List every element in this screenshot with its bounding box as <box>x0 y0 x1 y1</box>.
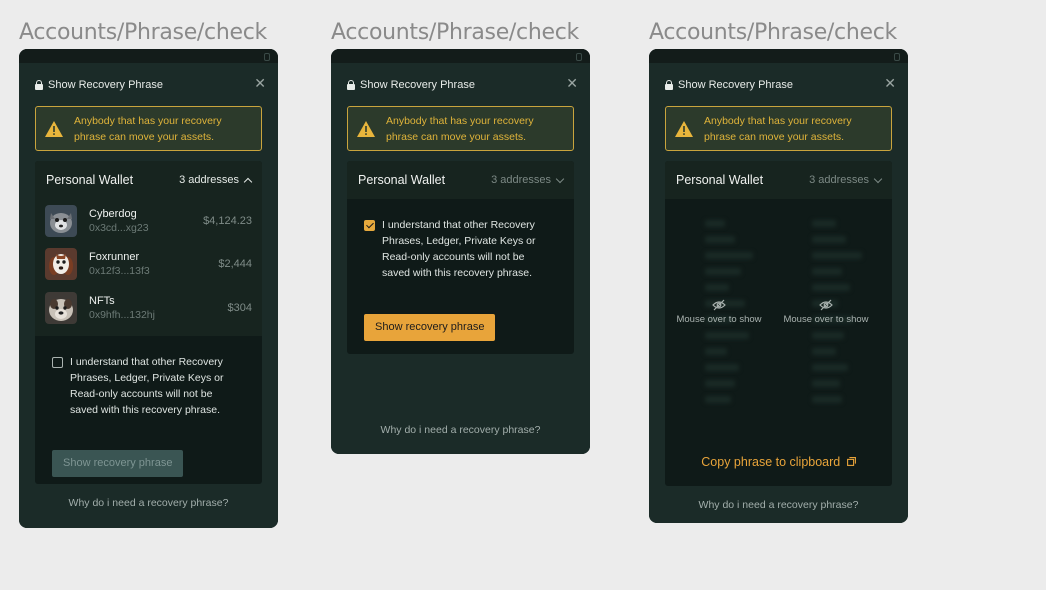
chevron-down-icon <box>873 174 883 183</box>
warning-icon <box>356 120 376 138</box>
account-row[interactable]: NFTs 0x9hfh...132hj $304 <box>45 286 252 330</box>
mouse-over-hint[interactable]: Mouse over to show <box>781 299 871 325</box>
wallet-header[interactable]: Personal Wallet 3 addresses <box>665 161 892 199</box>
mouse-over-hint[interactable]: Mouse over to show <box>674 299 764 325</box>
warning-banner: Anybody that has your recovery phrase ca… <box>35 106 262 151</box>
chevron-down-icon <box>555 174 565 183</box>
address-count: 3 addresses <box>491 174 565 186</box>
account-row[interactable]: Cyberdog 0x3cd...xg23 $4,124.23 <box>45 199 252 243</box>
mouse-over-label: Mouse over to show <box>676 314 762 325</box>
address-count: 3 addresses <box>179 174 253 186</box>
mouse-over-label: Mouse over to show <box>783 314 869 325</box>
account-name: NFTs <box>89 294 115 307</box>
account-value: $4,124.23 <box>203 214 252 227</box>
warning-banner: Anybody that has your recovery phrase ca… <box>665 106 892 151</box>
modal-title: Show Recovery Phrase <box>48 79 163 91</box>
avatar <box>45 204 77 237</box>
consent-row[interactable]: I understand that other Recovery Phrases… <box>35 354 262 418</box>
show-phrase-button[interactable]: Show recovery phrase <box>52 449 184 477</box>
consent-text: I understand that other Recovery Phrases… <box>382 219 536 279</box>
why-recovery-link[interactable]: Why do i need a recovery phrase? <box>19 497 278 509</box>
account-row[interactable]: Foxrunner 0x12f3...13f3 $2,444 <box>45 243 252 287</box>
modal-header: Show Recovery Phrase <box>665 79 896 91</box>
warning-text: Anybody that has your recovery phrase ca… <box>386 114 534 143</box>
address-count-label: 3 addresses <box>179 174 239 186</box>
phrase-area: Mouse over to show Mouse over to show Co… <box>665 199 892 486</box>
recovery-phrase-modal-unchecked: Show Recovery Phrase ✕ Anybody that has … <box>19 49 278 528</box>
why-recovery-link[interactable]: Why do i need a recovery phrase? <box>331 424 590 436</box>
wallet-card: Personal Wallet 3 addresses I understand… <box>347 161 574 354</box>
warning-icon <box>44 120 64 138</box>
frame-label-3: Accounts/Phrase/check <box>649 20 897 45</box>
recovery-phrase-modal-checked: Show Recovery Phrase ✕ Anybody that has … <box>331 49 590 454</box>
show-phrase-button[interactable]: Show recovery phrase <box>364 314 496 341</box>
wallet-header[interactable]: Personal Wallet 3 addresses <box>347 161 574 199</box>
account-name: Cyberdog <box>89 207 137 220</box>
eye-off-icon <box>712 299 726 311</box>
account-address: 0x3cd...xg23 <box>89 221 149 234</box>
close-icon[interactable]: ✕ <box>254 76 266 90</box>
chevron-up-icon <box>243 177 253 186</box>
lock-icon <box>35 80 43 90</box>
warning-text: Anybody that has your recovery phrase ca… <box>74 114 222 143</box>
modal-header: Show Recovery Phrase <box>347 79 578 91</box>
modal-header: Show Recovery Phrase <box>35 79 266 91</box>
consent-checkbox[interactable] <box>364 220 375 231</box>
copy-phrase-link[interactable]: Copy phrase to clipboard <box>665 455 892 469</box>
avatar <box>45 291 77 324</box>
consent-row[interactable]: I understand that other Recovery Phrases… <box>347 217 574 281</box>
frame-label-1: Accounts/Phrase/check <box>19 20 267 45</box>
account-value: $2,444 <box>218 258 252 271</box>
address-count-label: 3 addresses <box>809 174 869 186</box>
wallet-name: Personal Wallet <box>358 173 446 187</box>
close-icon[interactable]: ✕ <box>566 76 578 90</box>
close-icon[interactable]: ✕ <box>884 76 896 90</box>
account-address: 0x9hfh...132hj <box>89 308 155 321</box>
account-address: 0x12f3...13f3 <box>89 265 150 278</box>
wallet-card: Personal Wallet 3 addresses Cyberdog 0x3… <box>35 161 262 484</box>
recovery-phrase-modal-revealed: Show Recovery Phrase ✕ Anybody that has … <box>649 49 908 523</box>
window-strip <box>649 49 908 63</box>
warning-icon <box>674 120 694 138</box>
lock-icon <box>347 80 355 90</box>
wallet-header[interactable]: Personal Wallet 3 addresses <box>35 161 262 199</box>
lock-icon <box>264 53 270 61</box>
address-count: 3 addresses <box>809 174 883 186</box>
avatar <box>45 248 77 281</box>
consent-text: I understand that other Recovery Phrases… <box>70 355 224 416</box>
address-count-label: 3 addresses <box>491 174 551 186</box>
window-strip <box>331 49 590 63</box>
eye-off-icon <box>819 299 833 311</box>
frame-label-2: Accounts/Phrase/check <box>331 20 579 45</box>
warning-banner: Anybody that has your recovery phrase ca… <box>347 106 574 151</box>
modal-title: Show Recovery Phrase <box>678 79 793 91</box>
consent-checkbox[interactable] <box>52 356 63 368</box>
wallet-name: Personal Wallet <box>46 173 134 187</box>
warning-text: Anybody that has your recovery phrase ca… <box>704 114 852 143</box>
lock-icon <box>894 53 900 61</box>
account-list: Cyberdog 0x3cd...xg23 $4,124.23 Foxrunne… <box>35 199 262 336</box>
account-value: $304 <box>227 301 252 314</box>
lock-icon <box>576 53 582 61</box>
why-recovery-link[interactable]: Why do i need a recovery phrase? <box>649 499 908 511</box>
copy-phrase-label: Copy phrase to clipboard <box>701 455 841 469</box>
account-name: Foxrunner <box>89 251 140 264</box>
window-strip <box>19 49 278 63</box>
copy-icon <box>846 457 856 466</box>
lock-icon <box>665 80 673 90</box>
wallet-name: Personal Wallet <box>676 173 764 187</box>
modal-title: Show Recovery Phrase <box>360 79 475 91</box>
wallet-card: Personal Wallet 3 addresses Mouse over t… <box>665 161 892 486</box>
